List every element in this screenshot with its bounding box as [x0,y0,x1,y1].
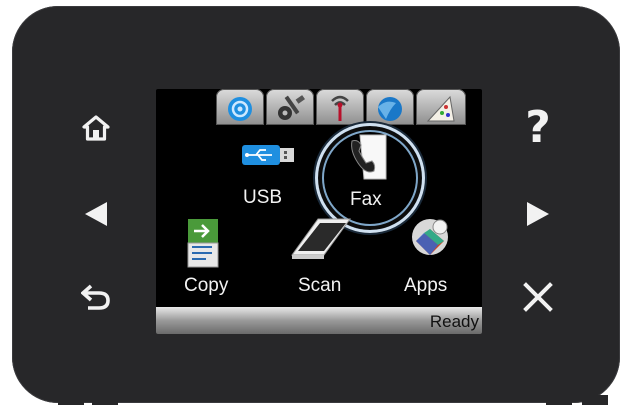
setup-icon [278,95,305,120]
scan-app[interactable]: Scan [282,209,362,297]
left-arrow-button[interactable] [72,190,120,238]
copy-icon [187,219,219,268]
home-icon [82,115,110,141]
scan-icon [291,218,351,259]
tab-supplies[interactable] [416,89,466,125]
back-button[interactable] [72,273,120,321]
usb-label: USB [243,187,283,208]
usb-app[interactable]: USB [226,139,306,217]
copy-app[interactable]: Copy [178,217,248,297]
panel-foot [546,395,572,405]
apps-label: Apps [404,275,448,296]
usb-icon [242,145,294,165]
fax-icon [351,134,387,180]
help-button[interactable]: ? [514,104,562,152]
help-icon: ? [525,102,551,153]
right-arrow-button[interactable] [514,190,562,238]
touchscreen: USB Fax Copy Scan Apps Ready [156,89,482,334]
status-text: Ready [429,312,479,331]
back-icon [81,284,110,310]
fax-app[interactable]: Fax [328,133,408,213]
fax-label: Fax [350,189,382,210]
tab-setup[interactable] [266,89,314,125]
panel-foot [582,395,608,405]
apps-app[interactable]: Apps [396,215,472,297]
cancel-button[interactable] [514,273,562,321]
tab-wireless[interactable] [316,89,364,125]
wireless-icon [331,95,349,121]
web-services-icon [228,97,252,121]
tab-web-services[interactable] [216,89,264,125]
panel-foot [58,395,84,405]
scan-label: Scan [298,275,342,296]
info-icon [378,97,402,121]
home-button[interactable] [72,104,120,152]
supplies-icon [426,95,455,122]
tab-info[interactable] [366,89,414,125]
panel-foot [92,395,118,405]
left-arrow-icon [85,202,107,226]
cancel-icon [523,282,553,312]
right-arrow-icon [527,202,549,226]
copy-label: Copy [184,275,229,296]
apps-icon [412,219,448,255]
status-bar: Ready [156,307,482,334]
